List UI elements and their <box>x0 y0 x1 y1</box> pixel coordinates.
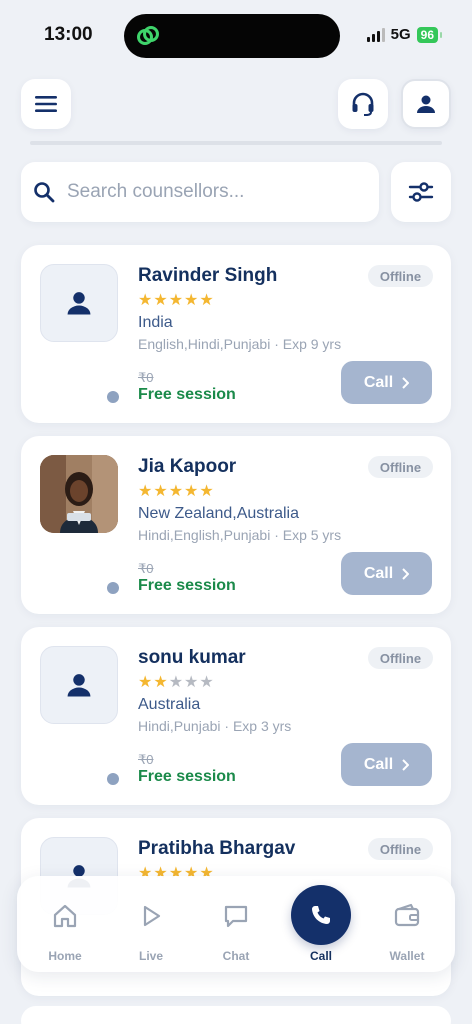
star-icon: ★ <box>168 483 185 500</box>
call-button-label: Call <box>363 755 394 773</box>
nav-label: Wallet <box>389 949 425 963</box>
star-icon: ★ <box>153 483 169 500</box>
status-badge: Offline <box>368 456 433 478</box>
app-link-icon <box>137 26 159 45</box>
avatar <box>40 646 118 724</box>
status-badge: Offline <box>368 647 433 669</box>
nav-label: Chat <box>222 949 250 963</box>
star-icon: ★ <box>184 483 200 500</box>
presence-dot <box>107 773 119 785</box>
counsellor-name: Ravinder Singh <box>138 265 278 286</box>
call-button[interactable]: Call <box>341 361 432 404</box>
counsellor-languages: Hindi,English,Punjabi · Exp 5 yrs <box>138 527 342 543</box>
hamburger-menu-icon <box>35 96 57 112</box>
chevron-right-icon <box>402 376 410 389</box>
original-price: ₹0 <box>138 752 154 767</box>
presence-dot <box>107 391 119 403</box>
call-button[interactable]: Call <box>341 552 432 595</box>
wallet-icon <box>391 900 423 932</box>
nav-label: Live <box>138 949 163 963</box>
user-placeholder-icon <box>67 674 91 697</box>
star-icon: ★ <box>199 674 215 691</box>
header-divider <box>30 141 442 145</box>
nav-label: Call <box>309 949 332 963</box>
call-button[interactable]: Call <box>341 743 432 786</box>
search-input[interactable] <box>67 181 357 203</box>
status-bar: 13:00 5G 96 <box>0 0 472 70</box>
profile-photo <box>40 455 118 533</box>
original-price: ₹0 <box>138 370 154 385</box>
chevron-right-icon <box>402 567 410 580</box>
avatar-photo <box>40 455 118 533</box>
chevron-right-icon <box>402 758 410 771</box>
headset-icon <box>352 92 374 116</box>
counsellor-country: India <box>138 314 173 331</box>
counsellor-country: New Zealand,Australia <box>138 505 299 522</box>
star-icon: ★ <box>184 292 200 309</box>
avatar <box>40 264 118 342</box>
star-icon: ★ <box>184 674 200 691</box>
nav-call[interactable]: Call <box>278 876 364 972</box>
user-placeholder-icon <box>67 292 91 315</box>
status-time: 13:00 <box>44 24 93 45</box>
counsellor-name: sonu kumar <box>138 647 246 668</box>
star-icon: ★ <box>153 292 169 309</box>
star-icon: ★ <box>153 674 169 691</box>
star-icon: ★ <box>138 292 154 309</box>
star-rating: ★★★★★ <box>138 290 215 310</box>
home-icon <box>49 900 81 932</box>
dynamic-island <box>124 14 340 58</box>
signal-icon <box>366 27 385 42</box>
search-icon <box>34 182 55 203</box>
star-icon: ★ <box>138 483 154 500</box>
price-label: Free session <box>138 577 236 594</box>
status-badge: Offline <box>368 265 433 287</box>
chat-bubble-icon <box>220 900 252 932</box>
battery-icon: 96 <box>416 26 443 43</box>
call-button-label: Call <box>363 373 394 391</box>
presence-dot <box>107 582 119 594</box>
counsellor-country: Australia <box>138 696 201 713</box>
counsellor-languages: Hindi,Punjabi · Exp 3 yrs <box>138 718 292 734</box>
support-button[interactable] <box>338 79 388 129</box>
price-label: Free session <box>138 386 236 403</box>
nav-label: Home <box>48 949 82 963</box>
nav-chat[interactable]: Chat <box>193 876 279 972</box>
counsellor-name: Jia Kapoor <box>138 456 237 477</box>
call-button-label: Call <box>363 564 394 582</box>
status-badge: Offline <box>368 838 433 860</box>
play-icon <box>135 900 167 932</box>
price-label: Free session <box>138 768 236 785</box>
menu-button[interactable] <box>21 79 71 129</box>
phone-icon <box>291 885 351 945</box>
counsellor-languages: English,Hindi,Punjabi · Exp 9 yrs <box>138 336 342 352</box>
nav-home[interactable]: Home <box>22 876 108 972</box>
status-indicators: 5G 96 <box>366 26 443 43</box>
bottom-navigation: Home Live Chat Call Wallet <box>17 876 455 972</box>
star-icon: ★ <box>138 674 154 691</box>
next-card-peek <box>21 1006 451 1024</box>
network-type: 5G <box>390 26 411 43</box>
user-icon <box>417 95 435 113</box>
original-price: ₹0 <box>138 561 154 576</box>
counsellor-card[interactable]: Jia Kapoor ★★★★★ New Zealand,Australia H… <box>21 436 451 614</box>
star-icon: ★ <box>199 483 215 500</box>
filter-button[interactable] <box>391 162 451 222</box>
filter-sliders-icon <box>408 182 434 202</box>
search-bar[interactable] <box>21 162 379 222</box>
counsellor-card[interactable]: Ravinder Singh ★★★★★ India English,Hindi… <box>21 245 451 423</box>
counsellor-name: Pratibha Bhargav <box>138 838 296 859</box>
star-icon: ★ <box>168 292 185 309</box>
star-rating: ★★★★★ <box>138 672 215 692</box>
star-icon: ★ <box>199 292 215 309</box>
star-icon: ★ <box>168 674 185 691</box>
nav-wallet[interactable]: Wallet <box>364 876 450 972</box>
star-rating: ★★★★★ <box>138 481 215 501</box>
counsellor-card[interactable]: sonu kumar ★★★★★ Australia Hindi,Punjabi… <box>21 627 451 805</box>
profile-button[interactable] <box>401 79 451 129</box>
nav-live[interactable]: Live <box>108 876 194 972</box>
